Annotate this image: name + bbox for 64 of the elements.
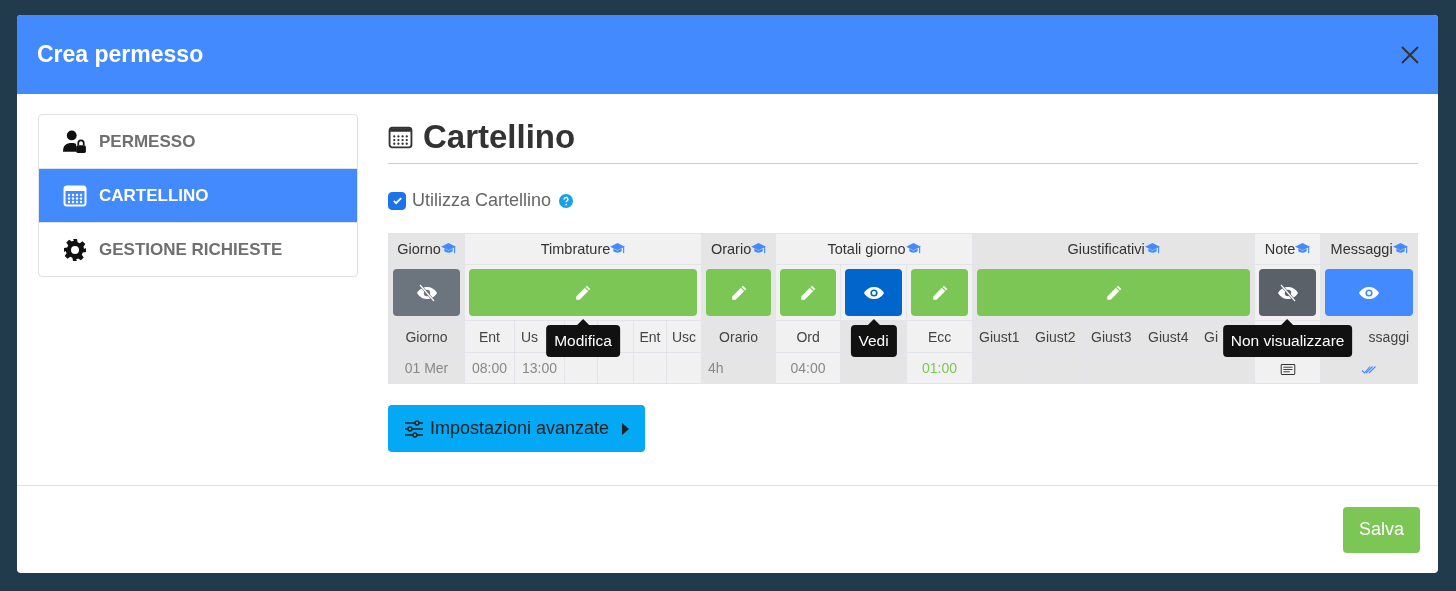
checkbox[interactable] bbox=[388, 191, 406, 210]
caret-icon bbox=[621, 422, 630, 435]
column-header: Ent bbox=[639, 328, 661, 345]
table-cell: 13:00 bbox=[521, 360, 557, 376]
graduation-cap-icon bbox=[1295, 242, 1311, 255]
edit-button[interactable] bbox=[780, 269, 837, 316]
sidebar-item[interactable]: GESTIONE RICHIESTE bbox=[39, 223, 357, 276]
column-header: Giust4 bbox=[1148, 328, 1189, 345]
column-header: Giust2 bbox=[1035, 328, 1076, 345]
table-cell: 01 Mer bbox=[404, 360, 449, 376]
graduation-cap-icon bbox=[905, 242, 921, 255]
table-cell: 04:00 bbox=[790, 360, 826, 376]
calendar-icon bbox=[388, 124, 413, 150]
hide-button[interactable] bbox=[393, 269, 460, 316]
column-header: Giust3 bbox=[1091, 328, 1132, 345]
graduation-cap-icon bbox=[440, 242, 456, 255]
edit-button[interactable] bbox=[911, 269, 969, 316]
help-icon[interactable] bbox=[559, 193, 574, 208]
advanced-settings-button[interactable]: Impostazioni avanzate bbox=[388, 405, 646, 452]
gear-icon bbox=[63, 237, 87, 262]
double-check-icon bbox=[1361, 363, 1378, 375]
eye-slash-icon bbox=[416, 283, 437, 302]
column-header: Orario bbox=[719, 328, 758, 345]
table-cell: 08:00 bbox=[471, 360, 507, 376]
graduation-cap-icon bbox=[610, 242, 626, 255]
column-group-header: Giustificativi bbox=[1067, 241, 1145, 257]
note-icon[interactable] bbox=[1279, 363, 1296, 375]
hide-button[interactable] bbox=[1259, 269, 1317, 316]
column-header: Giorno bbox=[405, 328, 448, 345]
graduation-cap-icon bbox=[1392, 242, 1408, 255]
user-lock-icon bbox=[63, 129, 87, 154]
column-header: Ent bbox=[479, 328, 500, 345]
column-group-header: Totali giorno bbox=[827, 241, 906, 257]
checkmark-icon bbox=[391, 195, 403, 206]
column-group-header: Timbrature bbox=[540, 241, 611, 257]
table-cell: 4h bbox=[708, 360, 724, 376]
sidebar-item[interactable]: CARTELLINO bbox=[39, 169, 357, 223]
column-header: Ord bbox=[796, 328, 820, 345]
column-header: Giust1 bbox=[979, 328, 1020, 345]
sliders-icon bbox=[404, 419, 424, 438]
tooltip: Non visualizzare bbox=[1222, 319, 1353, 357]
tooltip: Vedi bbox=[850, 319, 897, 357]
column-group-header: Note bbox=[1264, 241, 1296, 257]
view-button[interactable] bbox=[845, 269, 903, 316]
edit-button[interactable] bbox=[706, 269, 772, 316]
table-cell: 01:00 bbox=[922, 360, 958, 376]
column-header: ssaggi bbox=[1368, 328, 1410, 345]
modal-title: Crea permesso bbox=[37, 41, 204, 68]
column-header: Gi bbox=[1204, 328, 1219, 345]
view-button[interactable] bbox=[1325, 269, 1414, 316]
close-icon[interactable] bbox=[1400, 44, 1420, 65]
eye-slash-icon bbox=[1277, 283, 1298, 302]
column-header: Ecc bbox=[927, 328, 952, 345]
column-group-header: Giorno bbox=[397, 241, 441, 257]
graduation-cap-icon bbox=[751, 242, 767, 255]
column-group-header: Orario bbox=[710, 241, 752, 257]
column-header: Us bbox=[521, 328, 539, 345]
checkbox-label: Utilizza Cartellino bbox=[412, 190, 552, 211]
column-group-header: Messaggi bbox=[1330, 241, 1393, 257]
tooltip: Modifica bbox=[546, 319, 620, 357]
graduation-cap-icon bbox=[1144, 242, 1160, 255]
calendar-icon bbox=[63, 183, 87, 208]
column-header: Usc bbox=[671, 328, 697, 345]
section-title: Cartellino bbox=[423, 118, 576, 156]
